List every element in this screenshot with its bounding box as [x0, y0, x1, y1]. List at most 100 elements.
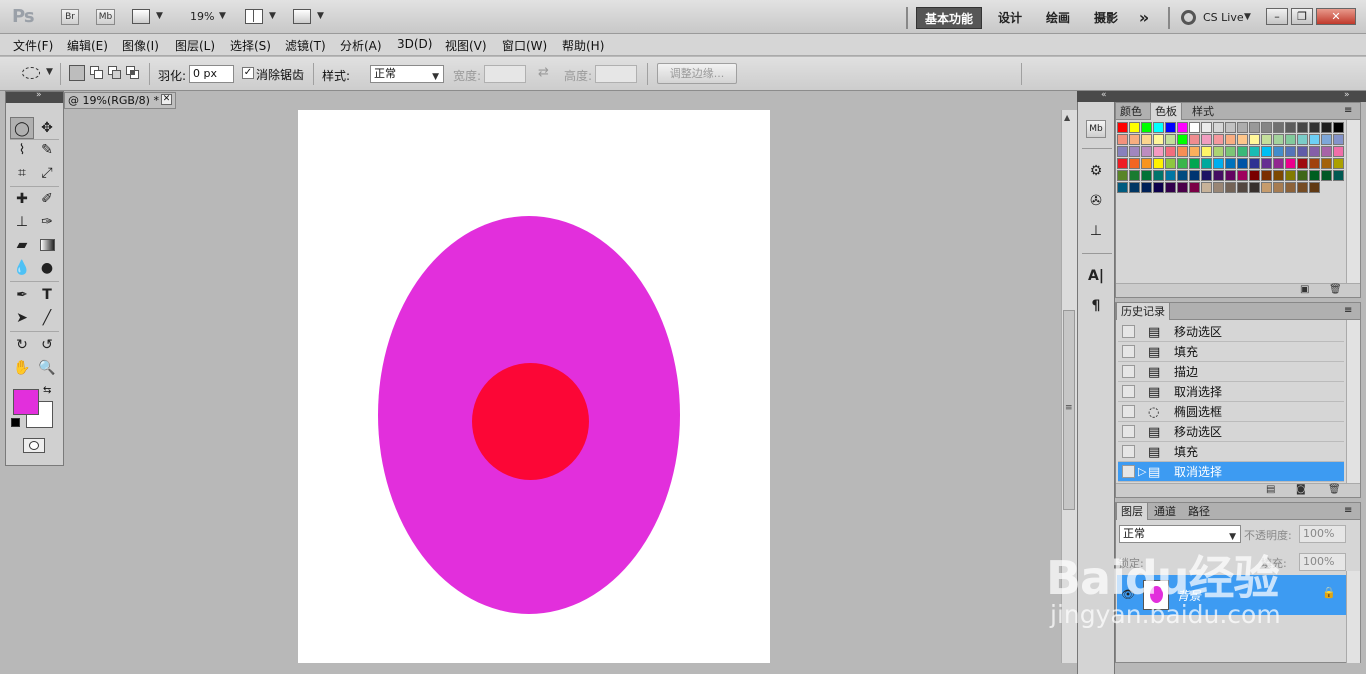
- color-swatch[interactable]: [1177, 158, 1188, 169]
- history-snapshot-checkbox[interactable]: [1122, 465, 1135, 478]
- color-swatch[interactable]: [1333, 122, 1344, 133]
- blur-tool-icon[interactable]: 💧: [10, 257, 34, 279]
- color-swatch[interactable]: [1201, 134, 1212, 145]
- color-swatch[interactable]: [1273, 122, 1284, 133]
- color-swatch[interactable]: [1129, 158, 1140, 169]
- cs-live-button[interactable]: CS Live: [1203, 11, 1244, 24]
- width-input[interactable]: [484, 65, 526, 83]
- color-swatch[interactable]: [1225, 182, 1236, 193]
- color-swatch[interactable]: [1201, 146, 1212, 157]
- history-item[interactable]: ▤ 取消选择: [1118, 382, 1344, 402]
- delete-state-icon[interactable]: 🗑: [1328, 484, 1341, 495]
- color-swatch[interactable]: [1225, 134, 1236, 145]
- history-item[interactable]: ▤ 填充: [1118, 442, 1344, 462]
- hand-tool-icon[interactable]: ✋: [10, 357, 34, 379]
- color-swatch[interactable]: [1117, 182, 1128, 193]
- menu-filter[interactable]: 滤镜(T): [285, 37, 326, 54]
- color-swatch[interactable]: [1285, 158, 1296, 169]
- color-swatch[interactable]: [1321, 122, 1332, 133]
- tab-swatches[interactable]: 色板: [1150, 103, 1182, 120]
- color-swatch[interactable]: [1285, 134, 1296, 145]
- history-item[interactable]: ▤ 描边: [1118, 362, 1344, 382]
- color-swatch[interactable]: [1129, 170, 1140, 181]
- default-colors-icon[interactable]: [11, 418, 20, 427]
- color-swatch[interactable]: [1189, 134, 1200, 145]
- crop-tool-icon[interactable]: ⌗: [10, 162, 34, 184]
- layers-scrollbar[interactable]: [1346, 571, 1360, 663]
- zoom-tool-icon[interactable]: 🔍: [35, 357, 59, 379]
- scroll-up-icon[interactable]: ▲: [1064, 113, 1070, 122]
- brush-presets-icon[interactable]: ✇: [1084, 190, 1108, 212]
- color-swatch[interactable]: [1249, 182, 1260, 193]
- menu-edit[interactable]: 编辑(E): [67, 37, 108, 54]
- history-item[interactable]: ▤ 移动选区: [1118, 422, 1344, 442]
- color-swatch[interactable]: [1141, 122, 1152, 133]
- color-swatch[interactable]: [1165, 158, 1176, 169]
- bridge-launch-button[interactable]: Br: [61, 9, 79, 25]
- color-swatch[interactable]: [1213, 182, 1224, 193]
- color-swatch[interactable]: [1129, 134, 1140, 145]
- color-swatch[interactable]: [1177, 146, 1188, 157]
- elliptical-marquee-tool-icon[interactable]: ◯: [10, 117, 34, 139]
- color-swatch[interactable]: [1177, 170, 1188, 181]
- color-swatch[interactable]: [1309, 170, 1320, 181]
- screen-mode-button[interactable]: ▼: [293, 9, 327, 25]
- color-swatch[interactable]: [1141, 182, 1152, 193]
- color-swatch[interactable]: [1261, 158, 1272, 169]
- color-swatch[interactable]: [1261, 134, 1272, 145]
- history-snapshot-checkbox[interactable]: [1122, 405, 1135, 418]
- new-document-from-state-icon[interactable]: ▤: [1266, 484, 1275, 495]
- color-swatch[interactable]: [1309, 146, 1320, 157]
- color-swatch[interactable]: [1249, 134, 1260, 145]
- color-swatch[interactable]: [1309, 158, 1320, 169]
- more-workspaces-icon[interactable]: »: [1132, 7, 1156, 29]
- chevron-down-icon[interactable]: ▼: [1244, 12, 1251, 22]
- color-swatch[interactable]: [1261, 146, 1272, 157]
- blend-mode-select[interactable]: 正常 ▼: [1119, 525, 1241, 543]
- brush-tool-icon[interactable]: ✐: [35, 188, 59, 210]
- minibridge-launch-button[interactable]: Mb: [96, 9, 115, 25]
- menu-image[interactable]: 图像(I): [122, 37, 159, 54]
- tab-layers[interactable]: 图层: [1116, 503, 1148, 520]
- tool-preset-picker[interactable]: ▼: [14, 62, 54, 84]
- menu-help[interactable]: 帮助(H): [562, 37, 604, 54]
- color-swatch[interactable]: [1309, 182, 1320, 193]
- color-swatch[interactable]: [1141, 134, 1152, 145]
- swap-colors-icon[interactable]: ⇆: [43, 385, 51, 396]
- tab-history[interactable]: 历史记录: [1116, 303, 1170, 320]
- color-swatch[interactable]: [1201, 182, 1212, 193]
- color-swatch[interactable]: [1273, 134, 1284, 145]
- history-item[interactable]: ◌ 椭圆选框: [1118, 402, 1344, 422]
- collapse-dock-icon[interactable]: «: [1101, 90, 1107, 100]
- swap-dimensions-icon[interactable]: ⇄: [538, 65, 549, 80]
- color-swatch[interactable]: [1177, 134, 1188, 145]
- color-swatch[interactable]: [1153, 170, 1164, 181]
- color-swatch[interactable]: [1189, 182, 1200, 193]
- menu-3d[interactable]: 3D(D): [397, 37, 432, 51]
- color-swatch[interactable]: [1309, 122, 1320, 133]
- swatch-grid[interactable]: [1117, 122, 1345, 212]
- 3d-orbit-tool-icon[interactable]: ↺: [35, 334, 59, 356]
- history-scrollbar[interactable]: [1346, 320, 1360, 483]
- panel-menu-icon[interactable]: ≡: [1344, 105, 1352, 116]
- tab-styles[interactable]: 样式: [1188, 103, 1218, 120]
- color-swatch[interactable]: [1201, 158, 1212, 169]
- color-swatch[interactable]: [1297, 146, 1308, 157]
- color-swatch[interactable]: [1285, 146, 1296, 157]
- arrange-documents-button[interactable]: ▼: [245, 9, 279, 25]
- color-swatch[interactable]: [1165, 182, 1176, 193]
- move-tool-icon[interactable]: ✥: [35, 117, 59, 139]
- tab-channels[interactable]: 通道: [1150, 503, 1180, 520]
- clone-stamp-tool-icon[interactable]: ⊥: [10, 211, 34, 233]
- history-snapshot-checkbox[interactable]: [1122, 325, 1135, 338]
- color-swatch[interactable]: [1141, 170, 1152, 181]
- style-select[interactable]: 正常 ▼: [370, 65, 444, 83]
- color-swatch[interactable]: [1297, 182, 1308, 193]
- dodge-tool-icon[interactable]: ●: [35, 257, 59, 279]
- color-swatch[interactable]: [1117, 146, 1128, 157]
- subtract-from-selection-icon[interactable]: [107, 65, 123, 81]
- quick-mask-button[interactable]: [23, 438, 45, 453]
- antialias-checkbox[interactable]: ✓: [242, 67, 254, 79]
- menu-window[interactable]: 窗口(W): [502, 37, 547, 54]
- tool-presets-icon[interactable]: ⚙: [1084, 160, 1108, 182]
